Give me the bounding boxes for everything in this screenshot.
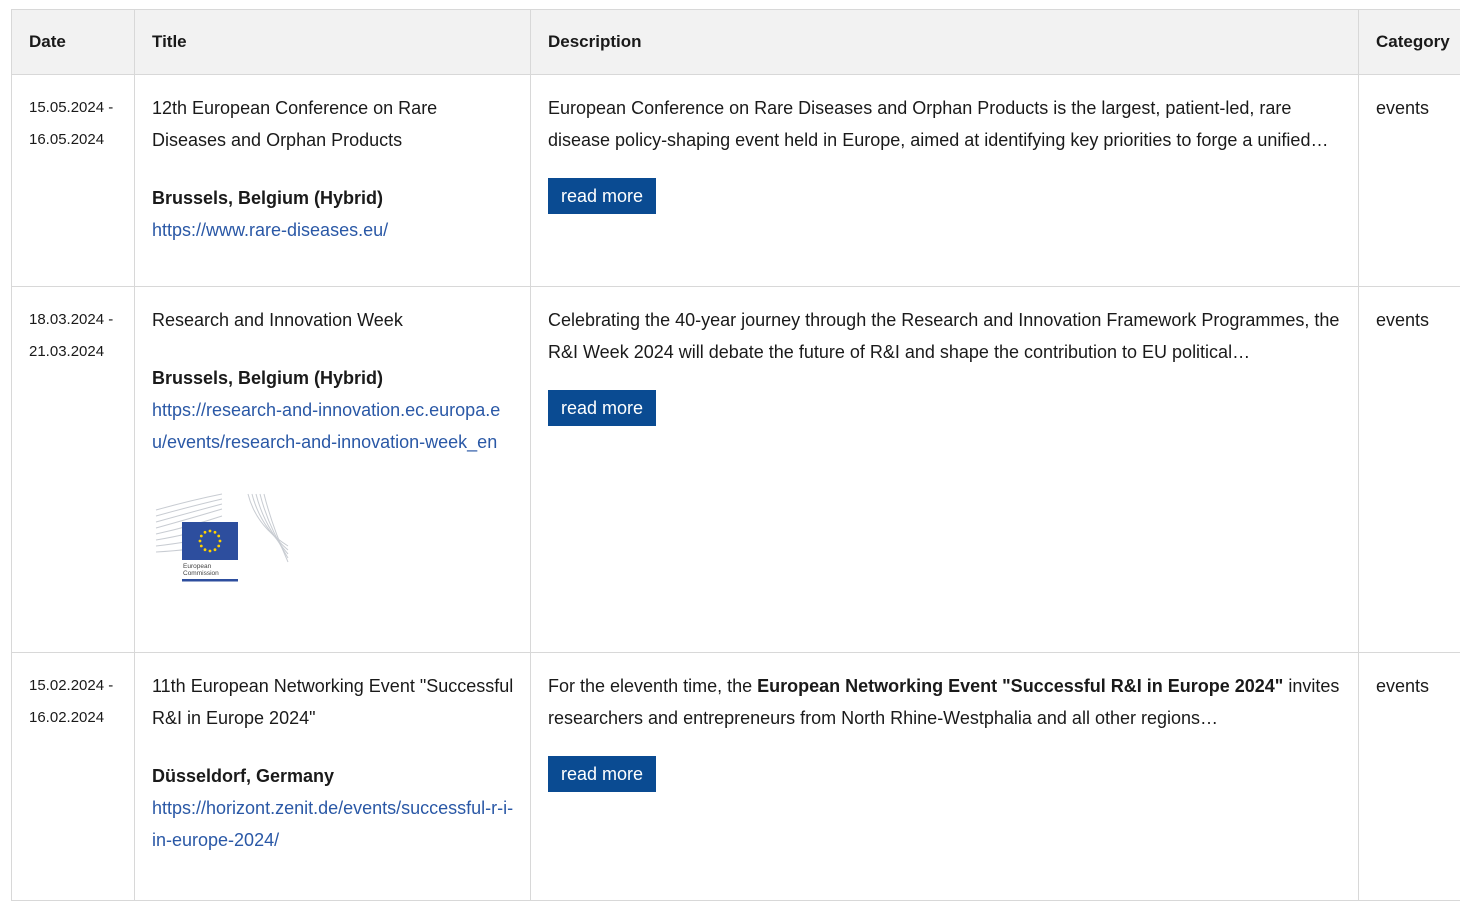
description-cell: European Conference on Rare Diseases and… bbox=[531, 75, 1359, 287]
date-start: 15.05.2024 - bbox=[29, 92, 118, 124]
date-start: 18.03.2024 - bbox=[29, 304, 118, 336]
event-description: Celebrating the 40-year journey through … bbox=[548, 304, 1342, 368]
event-title: 11th European Networking Event "Successf… bbox=[152, 670, 514, 734]
table-row: 15.05.2024 - 16.05.2024 12th European Co… bbox=[12, 75, 1460, 287]
event-location: Brussels, Belgium (Hybrid) bbox=[152, 362, 514, 394]
description-bold-text: European Networking Event "Successful R&… bbox=[757, 676, 1283, 696]
description-cell: For the eleventh time, the European Netw… bbox=[531, 653, 1359, 901]
read-more-button[interactable]: read more bbox=[548, 390, 656, 426]
date-cell: 15.02.2024 - 16.02.2024 bbox=[12, 653, 135, 901]
event-description: European Conference on Rare Diseases and… bbox=[548, 92, 1342, 156]
date-end: 16.05.2024 bbox=[29, 124, 118, 156]
event-link[interactable]: https://research-and-innovation.ec.europ… bbox=[152, 400, 500, 452]
category-cell: events bbox=[1359, 653, 1460, 901]
read-more-button[interactable]: read more bbox=[548, 756, 656, 792]
description-cell: Celebrating the 40-year journey through … bbox=[531, 287, 1359, 653]
svg-text:European: European bbox=[183, 563, 212, 570]
date-cell: 18.03.2024 - 21.03.2024 bbox=[12, 287, 135, 653]
date-end: 21.03.2024 bbox=[29, 336, 118, 368]
table-header-row: Date Title Description Category bbox=[12, 10, 1460, 75]
title-cell: 12th European Conference on Rare Disease… bbox=[135, 75, 531, 287]
title-cell: 11th European Networking Event "Successf… bbox=[135, 653, 531, 901]
header-category[interactable]: Category bbox=[1359, 10, 1460, 75]
title-cell: Research and Innovation Week Brussels, B… bbox=[135, 287, 531, 653]
event-description: For the eleventh time, the European Netw… bbox=[548, 670, 1342, 734]
header-date[interactable]: Date bbox=[12, 10, 135, 75]
read-more-button[interactable]: read more bbox=[548, 178, 656, 214]
event-link[interactable]: https://www.rare-diseases.eu/ bbox=[152, 220, 388, 240]
svg-text:Commission: Commission bbox=[183, 570, 219, 577]
european-commission-logo: European Commission bbox=[152, 486, 292, 586]
category-cell: events bbox=[1359, 287, 1460, 653]
event-title: 12th European Conference on Rare Disease… bbox=[152, 92, 514, 156]
date-cell: 15.05.2024 - 16.05.2024 bbox=[12, 75, 135, 287]
date-start: 15.02.2024 - bbox=[29, 670, 118, 702]
event-title: Research and Innovation Week bbox=[152, 304, 514, 336]
description-text: For the eleventh time, the bbox=[548, 676, 757, 696]
events-table: Date Title Description Category 15.05.20… bbox=[11, 9, 1460, 901]
event-link[interactable]: https://horizont.zenit.de/events/success… bbox=[152, 798, 513, 850]
category-cell: events bbox=[1359, 75, 1460, 287]
event-location: Düsseldorf, Germany bbox=[152, 760, 514, 792]
date-end: 16.02.2024 bbox=[29, 702, 118, 734]
header-description[interactable]: Description bbox=[531, 10, 1359, 75]
events-table-container: Date Title Description Category 15.05.20… bbox=[11, 9, 1460, 901]
header-title[interactable]: Title bbox=[135, 10, 531, 75]
event-location: Brussels, Belgium (Hybrid) bbox=[152, 182, 514, 214]
table-row: 15.02.2024 - 16.02.2024 11th European Ne… bbox=[12, 653, 1460, 901]
table-row: 18.03.2024 - 21.03.2024 Research and Inn… bbox=[12, 287, 1460, 653]
